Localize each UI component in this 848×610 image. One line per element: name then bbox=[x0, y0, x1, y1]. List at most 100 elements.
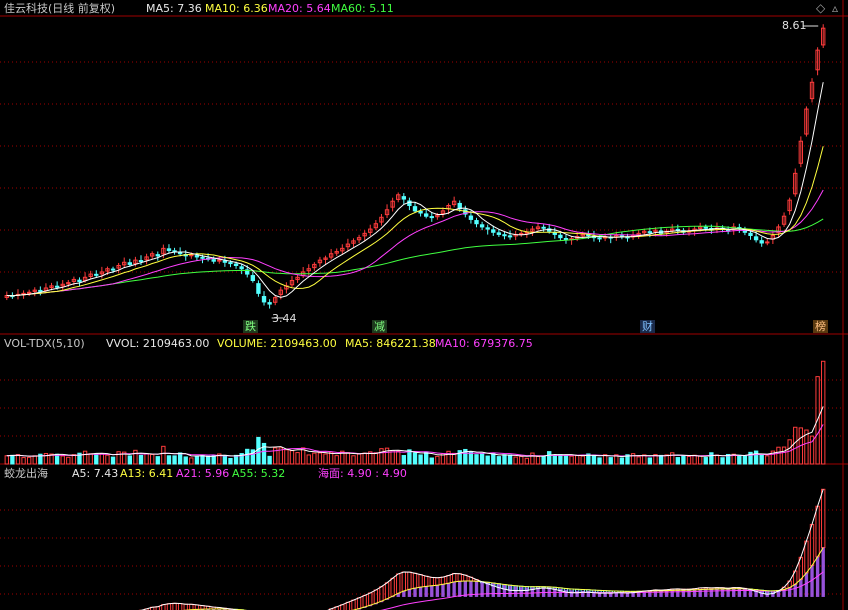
candle bbox=[38, 289, 43, 292]
indicator-bar-upper bbox=[183, 603, 188, 610]
indicator-bar-lower bbox=[804, 572, 809, 597]
volume-bar bbox=[759, 454, 764, 465]
indicator-bar-upper bbox=[384, 582, 390, 600]
volume-bar bbox=[502, 454, 507, 465]
candle bbox=[485, 227, 490, 230]
volume-bar bbox=[267, 455, 272, 465]
volume-bar bbox=[205, 455, 211, 465]
indicator-bar-lower bbox=[452, 581, 456, 597]
volume-bar bbox=[379, 448, 384, 465]
chart-canvas[interactable] bbox=[0, 0, 848, 610]
volume-bar bbox=[172, 455, 177, 465]
volume-panel bbox=[4, 360, 826, 465]
volume-bar bbox=[742, 455, 748, 465]
volume-bar bbox=[574, 455, 580, 465]
volume-bar bbox=[356, 453, 362, 465]
price-panel bbox=[4, 24, 826, 319]
volume-bar bbox=[82, 450, 88, 465]
candle bbox=[194, 255, 200, 258]
volume-bar bbox=[194, 455, 200, 465]
indicator-bar-upper bbox=[446, 575, 451, 584]
candle bbox=[222, 260, 228, 263]
candle bbox=[541, 226, 546, 229]
volume-bar bbox=[71, 454, 77, 465]
indicator-bar-lower bbox=[720, 588, 725, 597]
indicator-bar-lower bbox=[497, 583, 501, 597]
candle bbox=[759, 240, 764, 244]
indicator-bar-upper bbox=[356, 597, 362, 610]
candle bbox=[429, 216, 434, 219]
volume-bar bbox=[507, 454, 513, 465]
indicator-bar-lower bbox=[575, 590, 579, 597]
indicator-bar-upper bbox=[368, 592, 373, 606]
volume-bar bbox=[289, 450, 295, 465]
candle bbox=[26, 291, 32, 294]
volume-bar bbox=[765, 455, 770, 465]
volume-bar bbox=[4, 455, 9, 465]
volume-ma5-line bbox=[6, 406, 824, 458]
volume-bar bbox=[21, 457, 26, 465]
candle bbox=[250, 275, 256, 281]
candle bbox=[239, 266, 244, 270]
indicator-bar-lower bbox=[446, 583, 451, 597]
volume-bar bbox=[647, 457, 653, 465]
candle bbox=[233, 263, 239, 266]
volume-bar bbox=[821, 360, 826, 465]
volume-bar bbox=[105, 454, 110, 465]
volume-bar bbox=[429, 457, 434, 465]
volume-bar bbox=[608, 457, 613, 465]
candle bbox=[77, 279, 82, 283]
volume-bar bbox=[664, 454, 669, 465]
candle bbox=[703, 226, 708, 229]
indicator-bar-lower bbox=[715, 589, 719, 597]
volume-bar bbox=[133, 449, 138, 465]
volume-bar bbox=[412, 452, 418, 465]
volume-bar bbox=[138, 454, 144, 465]
indicator-bar-upper bbox=[809, 523, 815, 566]
volume-bar bbox=[99, 453, 105, 465]
indicator-bar-lower bbox=[581, 590, 585, 597]
volume-bar bbox=[496, 456, 502, 465]
volume-bar bbox=[323, 453, 328, 465]
indicator-bar-upper bbox=[177, 603, 183, 610]
volume-bar bbox=[597, 457, 602, 465]
volume-bar bbox=[94, 453, 99, 465]
volume-bar bbox=[189, 457, 194, 465]
candle bbox=[267, 302, 272, 305]
volume-bar bbox=[474, 454, 479, 465]
volume-bar bbox=[345, 452, 351, 465]
indicator-bar-lower bbox=[799, 579, 803, 597]
indicator-bar-lower bbox=[692, 589, 697, 597]
indicator-bar-upper bbox=[821, 488, 826, 549]
indicator-bar-lower bbox=[732, 588, 736, 597]
volume-bar bbox=[675, 457, 680, 465]
indicator-bar-lower bbox=[704, 589, 708, 597]
indicator-bar-lower bbox=[441, 584, 445, 597]
indicator-bar-lower bbox=[771, 591, 775, 597]
volume-bar bbox=[256, 436, 261, 465]
indicator-bar-upper bbox=[396, 573, 401, 594]
volume-bar bbox=[424, 451, 429, 465]
indicator-bar-lower bbox=[698, 589, 702, 597]
volume-bar bbox=[245, 448, 250, 465]
a21-line bbox=[182, 547, 824, 610]
indicator-bar-upper bbox=[440, 576, 446, 585]
volume-bar bbox=[166, 455, 172, 465]
candle bbox=[228, 262, 233, 265]
candle bbox=[412, 206, 418, 212]
indicator-bar-upper bbox=[390, 577, 395, 597]
volume-bar bbox=[602, 454, 608, 465]
indicator-bar-lower bbox=[726, 588, 730, 597]
volume-bar bbox=[468, 451, 474, 465]
indicator-bar-lower bbox=[502, 584, 507, 597]
ma10-line bbox=[6, 146, 824, 297]
volume-bar bbox=[351, 455, 356, 465]
volume-bar bbox=[698, 455, 703, 465]
candle bbox=[519, 232, 524, 235]
candle bbox=[468, 215, 474, 220]
indicator-bar-lower bbox=[513, 586, 518, 597]
candle bbox=[256, 283, 261, 294]
candle bbox=[261, 296, 267, 303]
indicator-bar-lower bbox=[709, 589, 714, 597]
indicator-bar-upper bbox=[457, 573, 462, 582]
